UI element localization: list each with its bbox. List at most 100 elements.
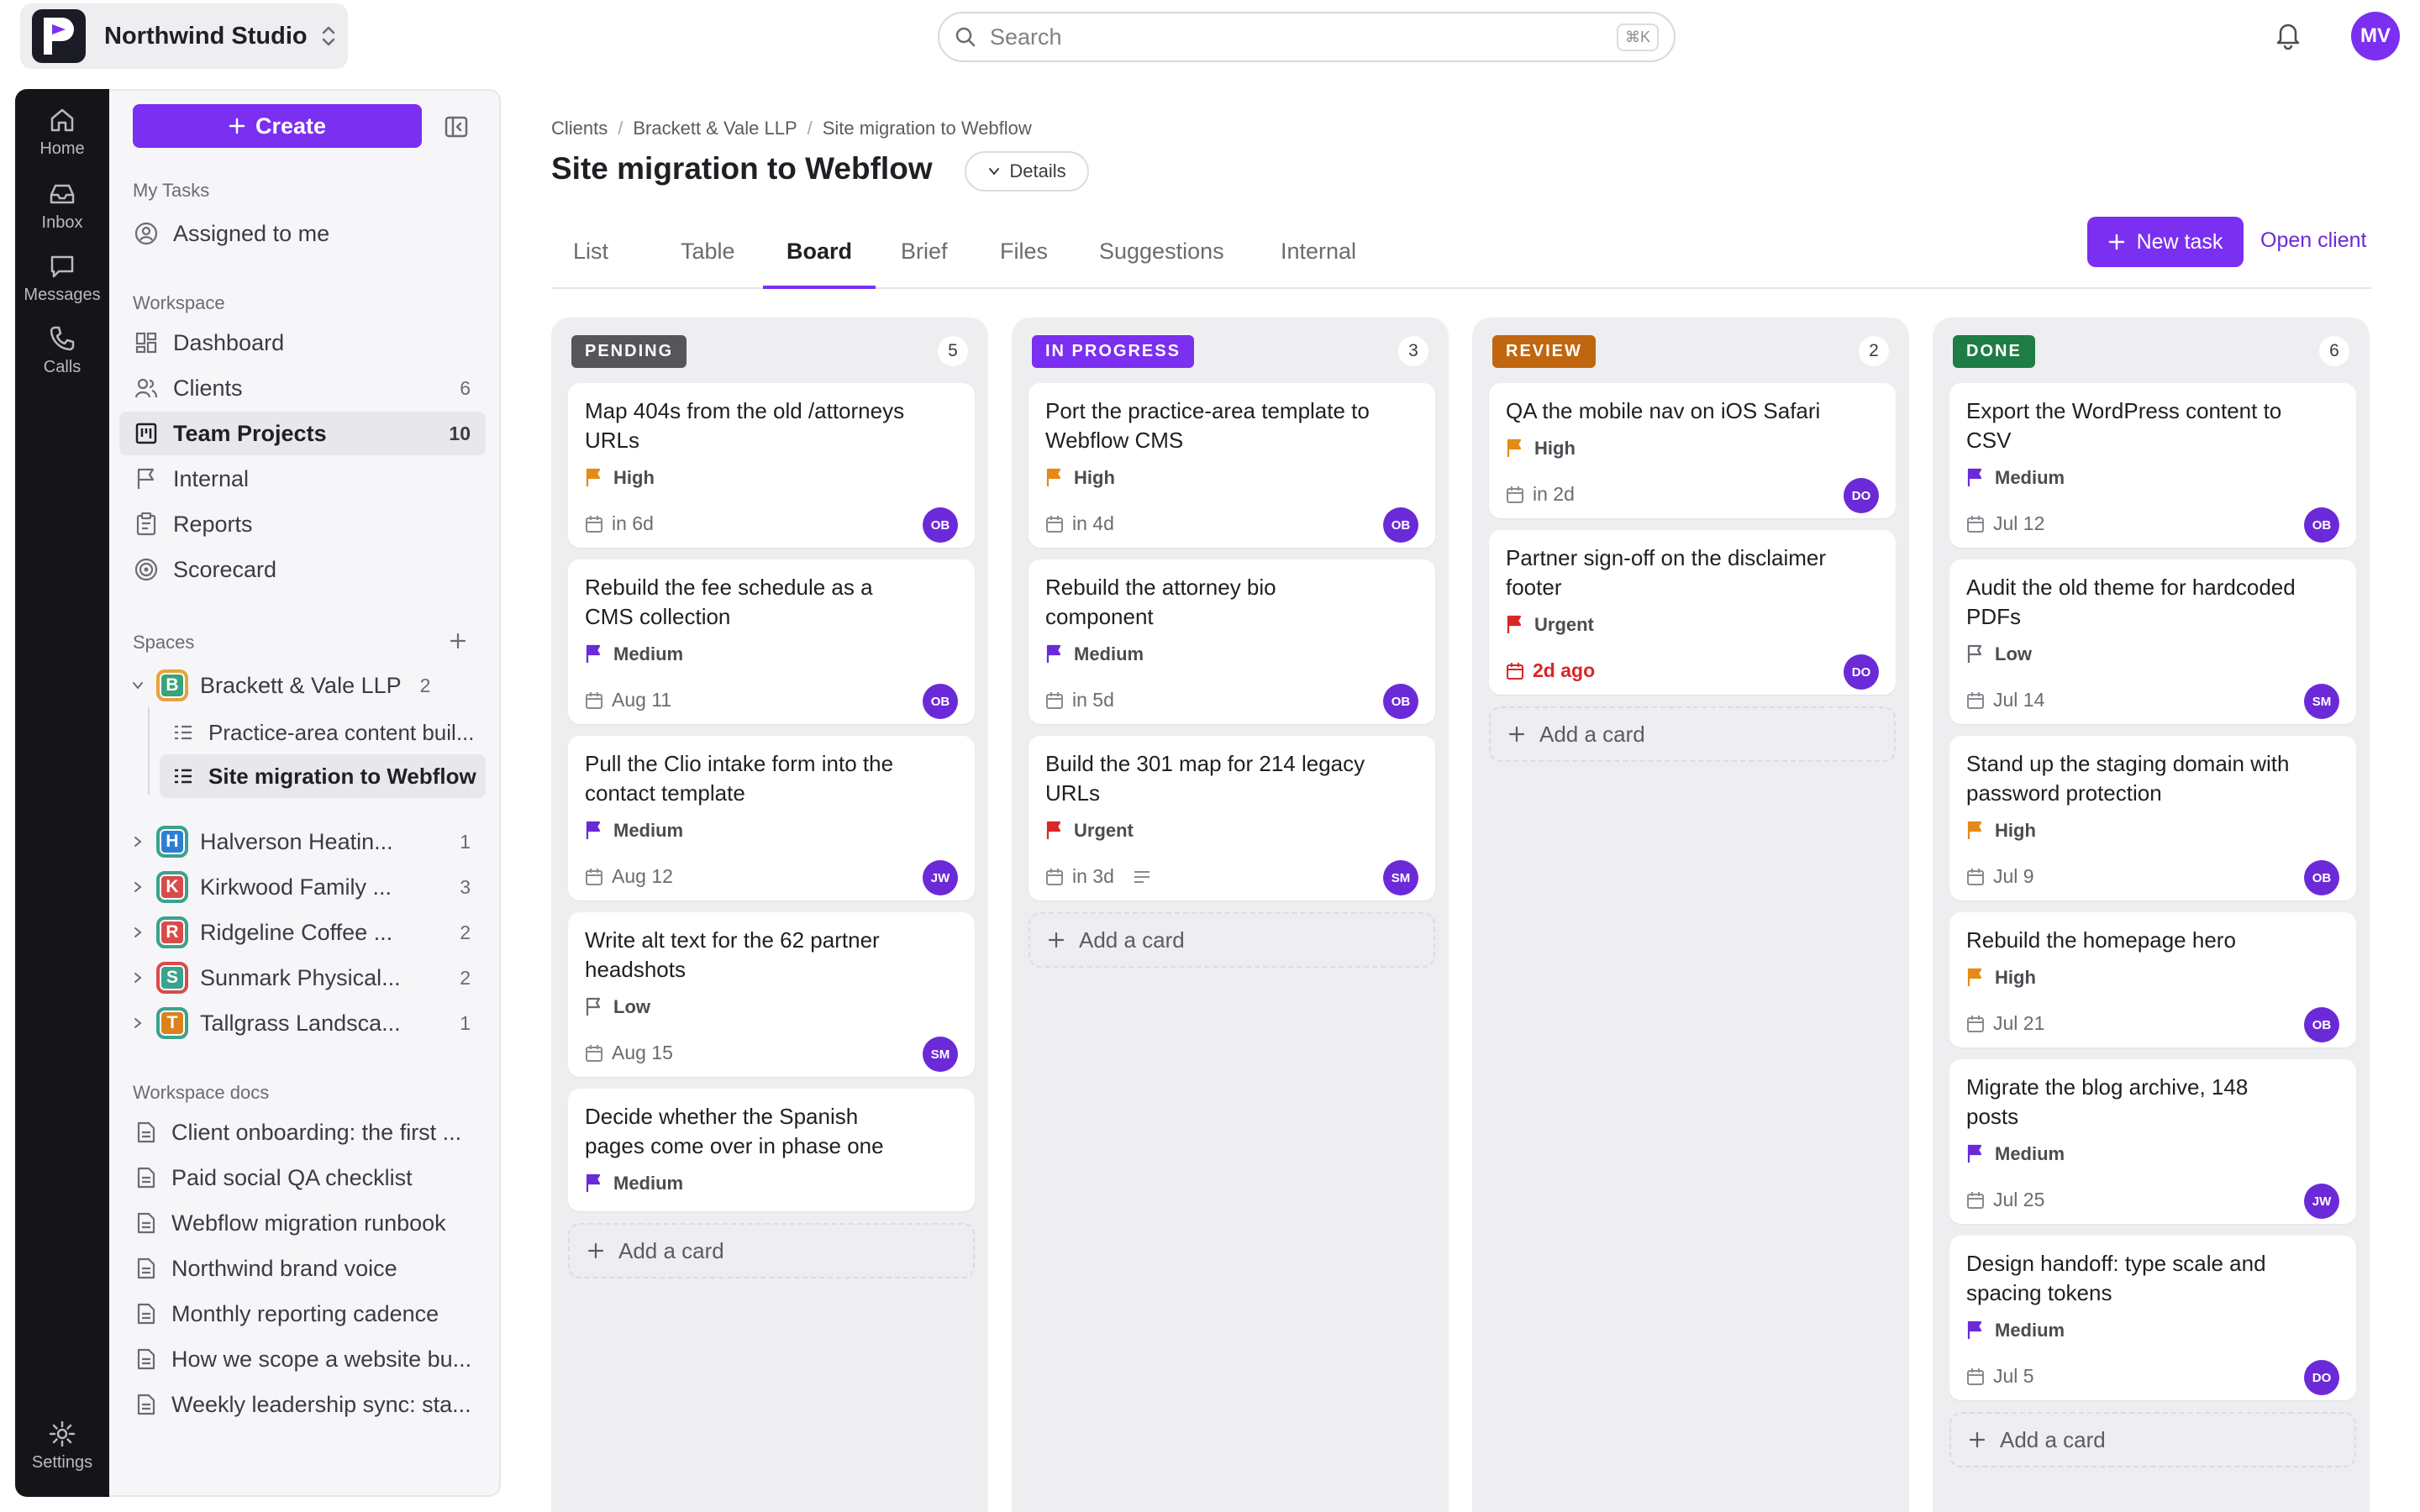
assignee-avatar[interactable]: OB: [923, 684, 958, 719]
assignee-avatar[interactable]: OB: [1383, 684, 1418, 719]
space-item[interactable]: H Halverson Heatin... 1: [119, 820, 486, 864]
add-space-icon[interactable]: [449, 632, 467, 650]
assignee-avatar[interactable]: OB: [2304, 860, 2339, 895]
rail-home[interactable]: Home: [15, 106, 109, 159]
priority-tag[interactable]: Medium: [585, 820, 683, 842]
due-date[interactable]: in 2d: [1506, 483, 1575, 506]
chevron-right-icon[interactable]: [126, 926, 150, 939]
task-card[interactable]: Partner sign-off on the disclaimer foote…: [1489, 530, 1896, 695]
rail-messages[interactable]: Messages: [15, 252, 109, 305]
collapse-sidebar-icon[interactable]: [444, 114, 469, 139]
new-task-button[interactable]: New task: [2087, 217, 2244, 267]
task-card[interactable]: Map 404s from the old /attorneys URLs Hig…: [568, 383, 975, 548]
task-card[interactable]: Stand up the staging domain with passwor…: [1949, 736, 2356, 900]
due-date[interactable]: in 5d: [1045, 689, 1114, 711]
priority-tag[interactable]: Medium: [1045, 643, 1144, 665]
priority-tag[interactable]: Medium: [585, 643, 683, 665]
priority-tag[interactable]: Medium: [1966, 1143, 2065, 1165]
create-button[interactable]: Create: [133, 104, 422, 148]
priority-tag[interactable]: High: [1045, 467, 1115, 489]
breadcrumb-item[interactable]: Clients: [551, 118, 608, 139]
search-bar[interactable]: ⌘K: [938, 12, 1676, 62]
task-card[interactable]: Export the WordPress content to CSV Mediu…: [1949, 383, 2356, 548]
chevron-right-icon[interactable]: [126, 971, 150, 984]
tab-list[interactable]: List: [573, 239, 608, 289]
priority-tag[interactable]: Medium: [585, 1173, 683, 1194]
add-card-button[interactable]: Add a card: [568, 1223, 975, 1278]
due-date[interactable]: 2d ago: [1506, 659, 1595, 682]
tab-brief[interactable]: Brief: [901, 239, 948, 289]
assignee-avatar[interactable]: OB: [2304, 507, 2339, 543]
nav-reports[interactable]: Reports: [119, 502, 486, 546]
priority-tag[interactable]: High: [1506, 438, 1576, 459]
priority-tag[interactable]: Low: [585, 996, 650, 1018]
doc-item[interactable]: Northwind brand voice: [119, 1247, 486, 1290]
tab-board[interactable]: Board: [763, 239, 876, 289]
priority-tag[interactable]: Low: [1966, 643, 2032, 665]
assignee-avatar[interactable]: DO: [1844, 478, 1879, 513]
assignee-avatar[interactable]: OB: [1383, 507, 1418, 543]
nav-assigned-to-me[interactable]: Assigned to me: [119, 212, 486, 255]
task-card[interactable]: QA the mobile nav on iOS Safari High in 2d…: [1489, 383, 1896, 518]
task-card[interactable]: Migrate the blog archive, 148 posts Mediu…: [1949, 1059, 2356, 1224]
priority-tag[interactable]: Medium: [1966, 467, 2065, 489]
due-date[interactable]: Jul 9: [1966, 865, 2034, 888]
assignee-avatar[interactable]: SM: [923, 1037, 958, 1072]
space-item[interactable]: T Tallgrass Landsca... 1: [119, 1001, 486, 1045]
space-item[interactable]: B Brackett & Vale LLP 2: [119, 664, 486, 707]
workspace-switcher[interactable]: Northwind Studio: [20, 3, 348, 69]
tab-internal[interactable]: Internal: [1281, 239, 1356, 289]
due-date[interactable]: in 6d: [585, 512, 654, 535]
chevron-right-icon[interactable]: [126, 880, 150, 894]
task-card[interactable]: Audit the old theme for hardcoded PDFs Lo…: [1949, 559, 2356, 724]
subproject-item[interactable]: Practice-area content buil...: [160, 711, 486, 754]
due-date[interactable]: Jul 21: [1966, 1012, 2044, 1035]
task-card[interactable]: Port the practice-area template to Webfl…: [1028, 383, 1435, 548]
assignee-avatar[interactable]: DO: [2304, 1360, 2339, 1395]
due-date[interactable]: Aug 15: [585, 1042, 673, 1064]
assignee-avatar[interactable]: JW: [2304, 1184, 2339, 1219]
priority-tag[interactable]: Medium: [1966, 1320, 2065, 1341]
assignee-avatar[interactable]: SM: [1383, 860, 1418, 895]
breadcrumb-item[interactable]: Brackett & Vale LLP: [633, 118, 797, 139]
priority-tag[interactable]: High: [1966, 967, 2036, 989]
task-card[interactable]: Design handoff: type scale and spacing t…: [1949, 1236, 2356, 1400]
task-card[interactable]: Pull the Clio intake form into the conta…: [568, 736, 975, 900]
assignee-avatar[interactable]: SM: [2304, 684, 2339, 719]
priority-tag[interactable]: Urgent: [1506, 614, 1594, 636]
due-date[interactable]: Jul 12: [1966, 512, 2044, 535]
doc-item[interactable]: Monthly reporting cadence: [119, 1292, 486, 1336]
due-date[interactable]: Jul 14: [1966, 689, 2044, 711]
rail-settings[interactable]: Settings: [15, 1420, 109, 1473]
assignee-avatar[interactable]: DO: [1844, 654, 1879, 690]
tab-table[interactable]: Table: [681, 239, 735, 289]
task-card[interactable]: Rebuild the fee schedule as a CMS collec…: [568, 559, 975, 724]
add-card-button[interactable]: Add a card: [1949, 1412, 2356, 1467]
task-card[interactable]: Rebuild the homepage hero High Jul 21 OB: [1949, 912, 2356, 1047]
priority-tag[interactable]: High: [1966, 820, 2036, 842]
details-button[interactable]: Details: [965, 151, 1089, 192]
assignee-avatar[interactable]: JW: [923, 860, 958, 895]
assignee-avatar[interactable]: OB: [2304, 1007, 2339, 1042]
task-card[interactable]: Build the 301 map for 214 legacy URLs Urg…: [1028, 736, 1435, 900]
space-item[interactable]: R Ridgeline Coffee ... 2: [119, 911, 486, 954]
priority-tag[interactable]: Urgent: [1045, 820, 1134, 842]
due-date[interactable]: Jul 25: [1966, 1189, 2044, 1211]
due-date[interactable]: in 4d: [1045, 512, 1114, 535]
assignee-avatar[interactable]: OB: [923, 507, 958, 543]
due-date[interactable]: in 3d: [1045, 865, 1160, 888]
doc-item[interactable]: Weekly leadership sync: sta...: [119, 1383, 486, 1426]
doc-item[interactable]: Client onboarding: the first ...: [119, 1110, 486, 1154]
add-card-button[interactable]: Add a card: [1028, 912, 1435, 968]
rail-calls[interactable]: Calls: [15, 324, 109, 377]
task-card[interactable]: Decide whether the Spanish pages come ov…: [568, 1089, 975, 1211]
space-item[interactable]: K Kirkwood Family ... 3: [119, 865, 486, 909]
notification-bell-icon[interactable]: [2274, 20, 2302, 50]
chevron-down-icon[interactable]: [126, 679, 150, 692]
nav-internal[interactable]: Internal: [119, 457, 486, 501]
breadcrumb-item[interactable]: Site migration to Webflow: [823, 118, 1032, 139]
open-client-link[interactable]: Open client: [2260, 228, 2366, 253]
nav-team-projects[interactable]: Team Projects 10: [119, 412, 486, 455]
priority-tag[interactable]: High: [585, 467, 655, 489]
tab-files[interactable]: Files: [1000, 239, 1048, 289]
